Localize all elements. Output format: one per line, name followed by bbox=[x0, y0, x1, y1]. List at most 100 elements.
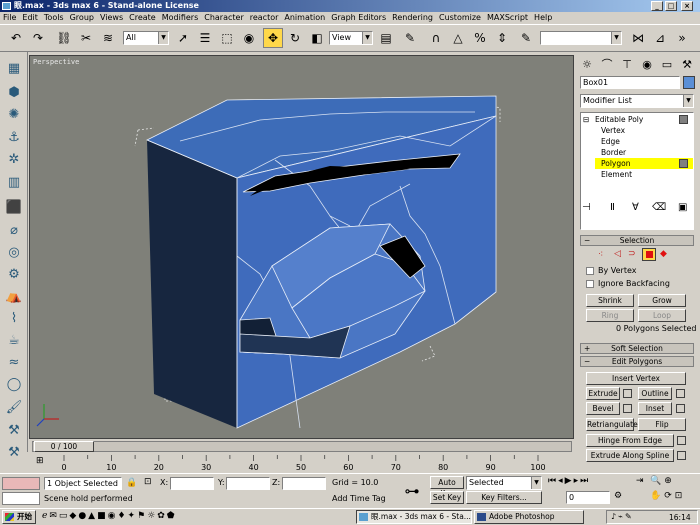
modify-tab-icon[interactable]: ⌒ bbox=[598, 55, 616, 73]
bevel-settings-icon[interactable] bbox=[623, 404, 632, 413]
set-key-button[interactable]: Set Key bbox=[430, 491, 464, 504]
arc-rotate-icon[interactable]: ⟳ bbox=[664, 491, 675, 501]
add-time-tag[interactable]: Add Time Tag bbox=[332, 494, 386, 503]
pan-icon[interactable]: ✋ bbox=[650, 491, 664, 501]
make-unique-icon[interactable]: ∀ bbox=[632, 202, 639, 213]
systems-icon[interactable]: ⬛ bbox=[4, 197, 24, 217]
unlink-icon[interactable]: ✂ bbox=[76, 28, 96, 48]
stack-base-object[interactable]: Editable Poly bbox=[595, 114, 643, 125]
helpers-icon[interactable]: ✲ bbox=[4, 149, 24, 169]
app-icon-1[interactable]: ◆ bbox=[69, 511, 78, 521]
soft-selection-rollout-header[interactable]: + Soft Selection bbox=[580, 343, 694, 354]
select-object-icon[interactable]: ➚ bbox=[173, 28, 193, 48]
torus-icon[interactable]: ◎ bbox=[4, 242, 24, 262]
outline-settings-icon[interactable] bbox=[676, 389, 685, 398]
angle-snap-icon[interactable]: △ bbox=[448, 28, 468, 48]
inset-button[interactable]: Inset bbox=[638, 402, 672, 415]
object-name-field[interactable]: Box01 bbox=[580, 76, 680, 89]
menu-edit[interactable]: Edit bbox=[19, 12, 41, 24]
cameras-icon[interactable]: ⚓ bbox=[4, 127, 24, 147]
ignore-backfacing-checkbox[interactable] bbox=[586, 280, 594, 288]
teapot-icon[interactable]: ☕ bbox=[4, 330, 24, 350]
go-to-start-icon[interactable]: ⏮ bbox=[548, 476, 558, 486]
motion-tab-icon[interactable]: ◉ bbox=[638, 55, 656, 73]
stack-item-edge[interactable]: Edge bbox=[601, 136, 620, 147]
insert-vertex-button[interactable]: Insert Vertex bbox=[586, 372, 686, 385]
object-color-swatch[interactable] bbox=[683, 76, 695, 89]
menu-tools[interactable]: Tools bbox=[41, 12, 67, 24]
shrink-button[interactable]: Shrink bbox=[586, 294, 634, 307]
by-vertex-checkbox[interactable] bbox=[586, 267, 594, 275]
app-icon-2[interactable]: ● bbox=[78, 511, 88, 521]
app-icon-9[interactable]: ☼ bbox=[147, 511, 157, 521]
menu-maxscript[interactable]: MAXScript bbox=[484, 12, 531, 24]
edge-level-icon[interactable]: ◁ bbox=[614, 249, 621, 259]
taskbar-3dsmax[interactable]: 眼.max - 3ds max 6 - Sta... bbox=[356, 510, 472, 524]
app-icon-5[interactable]: ◉ bbox=[108, 511, 118, 521]
select-by-name-icon[interactable]: ☰ bbox=[195, 28, 215, 48]
named-selection-dropdown[interactable]: ▼ bbox=[540, 31, 622, 45]
minimize-button[interactable]: _ bbox=[651, 1, 663, 11]
gear-icon[interactable]: ⚙ bbox=[4, 264, 24, 284]
pin-stack-icon[interactable]: ⊣ bbox=[582, 202, 591, 213]
outlook-icon[interactable]: ✉ bbox=[49, 511, 59, 521]
utility-icon[interactable]: ⚒ bbox=[4, 420, 24, 440]
snaps-toggle-icon[interactable]: ∩ bbox=[426, 28, 446, 48]
z-coordinate-field[interactable] bbox=[282, 477, 326, 490]
app-icon-10[interactable]: ✿ bbox=[157, 511, 167, 521]
ime-icon[interactable]: ✎ bbox=[625, 512, 634, 521]
y-coordinate-field[interactable] bbox=[226, 477, 270, 490]
network-icon[interactable]: ⌁ bbox=[618, 512, 625, 521]
create-objects-icon[interactable]: ▦ bbox=[4, 58, 24, 78]
loop-button[interactable]: Loop bbox=[638, 309, 686, 322]
tube-icon[interactable]: ⌀ bbox=[4, 220, 24, 240]
menu-modifiers[interactable]: Modifiers bbox=[159, 12, 202, 24]
remove-modifier-icon[interactable]: ⌫ bbox=[652, 202, 666, 213]
app-icon-3[interactable]: ▲ bbox=[88, 511, 97, 521]
shapes-icon[interactable]: ⬢ bbox=[4, 82, 24, 102]
absolute-mode-icon[interactable]: ⊡ bbox=[144, 477, 152, 487]
app-icon-7[interactable]: ✦ bbox=[128, 511, 138, 521]
vertex-level-icon[interactable]: ⁖ bbox=[598, 250, 603, 260]
align-icon[interactable]: ⊿ bbox=[650, 28, 670, 48]
paint-icon[interactable]: 🖌 bbox=[4, 397, 24, 417]
hierarchy-tab-icon[interactable]: ⊤ bbox=[618, 55, 636, 73]
time-slider-track[interactable] bbox=[32, 441, 572, 452]
menu-views[interactable]: Views bbox=[97, 12, 126, 24]
bind-space-warp-icon[interactable]: ≋ bbox=[98, 28, 118, 48]
x-coordinate-field[interactable] bbox=[170, 477, 214, 490]
key-icon[interactable]: ⊶ bbox=[398, 478, 426, 504]
cone-icon[interactable]: ⛺ bbox=[4, 286, 24, 306]
ring-button[interactable]: Ring bbox=[586, 309, 634, 322]
hinge-settings-icon[interactable] bbox=[677, 436, 686, 445]
more-tools-icon[interactable]: » bbox=[672, 28, 692, 48]
auto-key-button[interactable]: Auto Key bbox=[430, 476, 464, 498]
start-button[interactable]: 开始 bbox=[2, 510, 36, 524]
edit-named-selections-icon[interactable]: ✎ bbox=[516, 28, 536, 48]
grow-button[interactable]: Grow bbox=[638, 294, 686, 307]
app-icon-8[interactable]: ⚑ bbox=[137, 511, 147, 521]
reference-coordinate-dropdown[interactable]: View ▼ bbox=[329, 31, 373, 45]
maximize-button[interactable]: □ bbox=[665, 1, 677, 11]
extrude-settings-icon[interactable] bbox=[623, 389, 632, 398]
element-level-icon[interactable]: ◆ bbox=[660, 249, 667, 259]
menu-help[interactable]: Help bbox=[531, 12, 555, 24]
configure-modifier-sets-icon[interactable]: ▣ bbox=[678, 202, 687, 213]
stack-item-element[interactable]: Element bbox=[601, 169, 632, 180]
current-frame-field[interactable]: 0 bbox=[566, 491, 610, 504]
mirror-icon[interactable]: ⋈ bbox=[628, 28, 648, 48]
select-and-link-icon[interactable]: ⛓ bbox=[54, 28, 74, 48]
extrude-button[interactable]: Extrude bbox=[586, 387, 620, 400]
key-filters-button[interactable]: Key Filters... bbox=[466, 491, 542, 504]
app-icon-4[interactable]: ■ bbox=[97, 511, 108, 521]
spinner-snap-icon[interactable]: ⇕ bbox=[492, 28, 512, 48]
show-end-result-icon[interactable]: Ⅱ bbox=[610, 202, 615, 213]
hinge-from-edge-button[interactable]: Hinge From Edge bbox=[586, 434, 674, 447]
app-icon-6[interactable]: ♦ bbox=[117, 511, 127, 521]
menu-create[interactable]: Create bbox=[126, 12, 159, 24]
extrude-spline-settings-icon[interactable] bbox=[677, 451, 686, 460]
zoom-icon[interactable]: 🔍 bbox=[650, 476, 664, 486]
expand-icon[interactable]: ⊟ bbox=[583, 114, 589, 125]
retriangulate-button[interactable]: Retriangulate bbox=[586, 418, 638, 431]
select-and-scale-icon[interactable]: ◧ bbox=[307, 28, 327, 48]
